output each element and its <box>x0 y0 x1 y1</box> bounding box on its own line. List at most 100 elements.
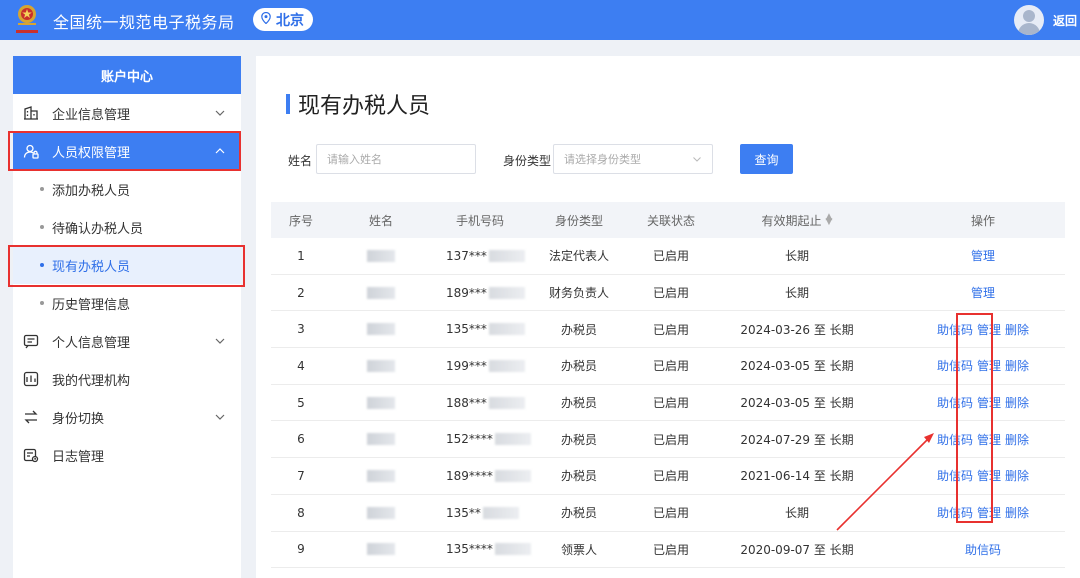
cell-validity: 2020-09-07 至 长期 <box>740 542 854 557</box>
table-row: 9 135**** 领票人 已启用 2020-09-07 至 长期 助信码 <box>271 532 1065 569</box>
cell-index: 8 <box>297 505 305 520</box>
sidebar-item-enterprise-info[interactable]: 企业信息管理 <box>13 94 241 132</box>
log-icon <box>23 447 39 463</box>
redacted-name <box>367 359 395 372</box>
cell-index: 4 <box>297 358 305 373</box>
manage-link[interactable]: 管理 <box>977 467 1001 484</box>
assist-code-link[interactable]: 助信码 <box>937 467 973 484</box>
assist-code-link[interactable]: 助信码 <box>937 357 973 374</box>
manage-link[interactable]: 管理 <box>977 504 1001 521</box>
col-header-validity[interactable]: 有效期起止 ▲ ▼ <box>727 202 867 238</box>
table-row: 1 137*** 法定代表人 已启用 长期 管理 <box>271 238 1065 275</box>
redacted-phone <box>482 506 519 519</box>
personnel-table: 序号 姓名 手机号码 身份类型 关联状态 有效期起止 ▲ ▼ 操作 1 137***… <box>271 202 1065 569</box>
sidebar-subitem-current-tax-personnel[interactable]: 现有办税人员 <box>13 246 241 284</box>
delete-link[interactable]: 删除 <box>1005 504 1029 521</box>
cell-validity: 2024-07-29 至 长期 <box>740 432 854 447</box>
sidebar-subitem-add-tax-personnel[interactable]: 添加办税人员 <box>13 170 241 208</box>
name-input[interactable]: 请输入姓名 <box>316 144 476 174</box>
page-title: 现有办税人员 <box>286 88 430 120</box>
manage-link[interactable]: 管理 <box>977 357 1001 374</box>
cell-validity: 长期 <box>784 286 809 301</box>
cell-operations: 管理 <box>911 238 1055 274</box>
assist-code-link[interactable]: 助信码 <box>937 504 973 521</box>
national-emblem-icon <box>16 5 38 33</box>
table-row: 8 135** 办税员 已启用 长期 助信码 管理 删除 <box>271 495 1065 532</box>
bullet-icon <box>40 263 44 267</box>
cell-index: 1 <box>297 248 305 263</box>
cell-status: 已启用 <box>652 359 689 374</box>
assist-code-link[interactable]: 助信码 <box>937 394 973 411</box>
sidebar-subitem-label: 添加办税人员 <box>52 183 131 199</box>
redacted-phone <box>488 249 525 262</box>
redacted-name <box>367 323 395 336</box>
cell-status: 已启用 <box>652 506 689 521</box>
region-selector[interactable]: 北京 <box>253 8 313 31</box>
sidebar-item-identity-switch[interactable]: 身份切换 <box>13 398 241 436</box>
sidebar-subitem-label: 现有办税人员 <box>52 259 131 275</box>
manage-link[interactable]: 管理 <box>977 431 1001 448</box>
search-button[interactable]: 查询 <box>740 144 793 174</box>
agency-icon <box>23 371 39 387</box>
sidebar: 账户中心 企业信息管理 人员权限管理 添加办税人员 待确认办税人员 现有办税人员… <box>13 56 241 578</box>
cell-status: 已启用 <box>652 286 689 301</box>
sidebar-subitem-history[interactable]: 历史管理信息 <box>13 284 241 322</box>
identity-type-placeholder: 请选择身份类型 <box>564 153 641 166</box>
sidebar-item-personnel-permissions[interactable]: 人员权限管理 <box>13 132 241 170</box>
assist-code-link[interactable]: 助信码 <box>937 321 973 338</box>
cell-index: 6 <box>297 432 305 447</box>
table-header: 序号 姓名 手机号码 身份类型 关联状态 有效期起止 ▲ ▼ 操作 <box>271 202 1065 238</box>
delete-link[interactable]: 删除 <box>1005 394 1029 411</box>
delete-link[interactable]: 删除 <box>1005 467 1029 484</box>
manage-link[interactable]: 管理 <box>971 247 995 264</box>
sidebar-item-label: 个人信息管理 <box>52 335 131 351</box>
back-link[interactable]: 返回 <box>1053 12 1077 29</box>
sidebar-item-log-management[interactable]: 日志管理 <box>13 436 241 474</box>
manage-link[interactable]: 管理 <box>977 321 1001 338</box>
redacted-name <box>367 506 395 519</box>
manage-link[interactable]: 管理 <box>977 394 1001 411</box>
table-row: 4 199*** 办税员 已启用 2024-03-05 至 长期 助信码 管理 删除 <box>271 348 1065 385</box>
cell-validity: 2024-03-05 至 长期 <box>740 359 854 374</box>
chevron-down-icon <box>215 110 225 116</box>
sidebar-item-personal-info[interactable]: 个人信息管理 <box>13 322 241 360</box>
cell-status: 已启用 <box>652 542 689 557</box>
delete-link[interactable]: 删除 <box>1005 321 1029 338</box>
table-row: 6 152**** 办税员 已启用 2024-07-29 至 长期 助信码 管理 删除 <box>271 421 1065 459</box>
cell-operations: 助信码 <box>911 532 1055 568</box>
sort-icon[interactable]: ▲ ▼ <box>826 213 833 227</box>
switch-icon <box>23 409 39 425</box>
table-row: 7 189**** 办税员 已启用 2021-06-14 至 长期 助信码 管理 删除 <box>271 458 1065 495</box>
assist-code-link[interactable]: 助信码 <box>937 431 973 448</box>
sidebar-item-label: 企业信息管理 <box>52 107 131 123</box>
assist-code-link[interactable]: 助信码 <box>965 541 1001 558</box>
redacted-name <box>367 286 395 299</box>
cell-name <box>331 275 431 311</box>
sidebar-item-label: 日志管理 <box>52 449 105 465</box>
cell-validity: 2024-03-05 至 长期 <box>740 396 854 411</box>
sidebar-item-agency[interactable]: 我的代理机构 <box>13 360 241 398</box>
col-header-index: 序号 <box>288 213 313 228</box>
manage-link[interactable]: 管理 <box>971 284 995 301</box>
sidebar-subitem-pending-tax-personnel[interactable]: 待确认办税人员 <box>13 208 241 246</box>
cell-index: 5 <box>297 395 305 410</box>
col-header-name: 姓名 <box>368 213 393 228</box>
chevron-down-icon <box>693 157 701 162</box>
cell-validity: 2021-06-14 至 长期 <box>740 469 854 484</box>
delete-link[interactable]: 删除 <box>1005 357 1029 374</box>
identity-type-filter-label: 身份类型 <box>503 154 552 168</box>
identity-type-select[interactable]: 请选择身份类型 <box>553 144 713 174</box>
name-input-placeholder: 请输入姓名 <box>327 153 382 166</box>
id-card-icon <box>23 333 39 349</box>
col-header-status: 关联状态 <box>646 213 695 228</box>
redacted-phone <box>488 323 525 336</box>
user-avatar[interactable] <box>1014 5 1044 35</box>
redacted-name <box>367 396 395 409</box>
cell-operations: 管理 <box>911 275 1055 311</box>
building-icon <box>23 105 39 121</box>
chevron-down-icon <box>215 338 225 344</box>
chevron-down-icon <box>215 414 225 420</box>
redacted-name <box>367 469 395 482</box>
delete-link[interactable]: 删除 <box>1005 431 1029 448</box>
cell-name <box>331 385 431 421</box>
